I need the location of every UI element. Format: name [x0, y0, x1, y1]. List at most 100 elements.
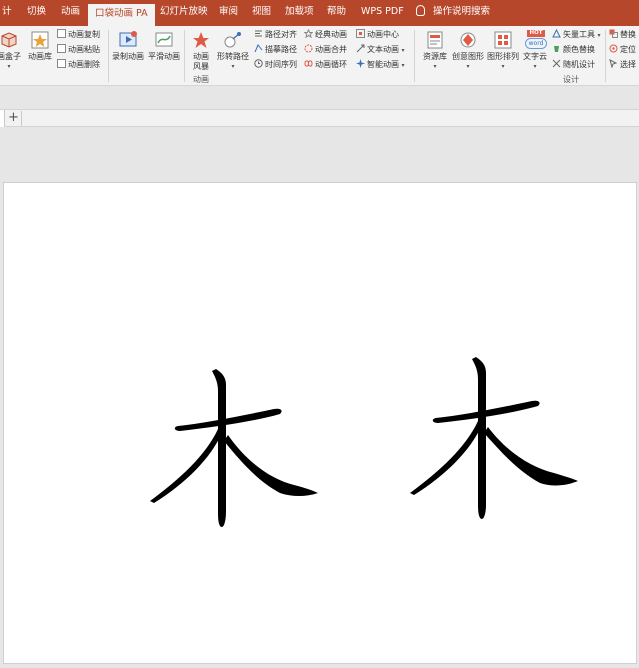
anim-box-button[interactable]: 画盒子 ▾ — [0, 30, 24, 72]
tab-view[interactable]: 视图 — [252, 5, 271, 19]
record-icon — [118, 30, 138, 50]
select-button[interactable]: 选择 — [609, 59, 636, 71]
locate-button[interactable]: 定位 — [609, 44, 636, 56]
classic-anim-button[interactable]: 经典动画 — [303, 28, 347, 41]
star-outline-icon — [303, 28, 314, 39]
character-mu-right: 木 — [410, 357, 578, 519]
trace-path-label: 描摹路径 — [265, 45, 297, 54]
slide-tab[interactable] — [0, 110, 5, 127]
anim-storm-label-1: 动画 — [193, 52, 209, 61]
tab-transitions[interactable]: 切换 — [27, 5, 46, 19]
path-align-label: 路径对齐 — [265, 30, 297, 39]
text-anim-icon — [356, 44, 365, 53]
replace-button[interactable]: 替换 — [609, 29, 636, 41]
ribbon: 画盒子 ▾ 动画库 动画复制 动画粘贴 动画删除 录制动画 平滑动画 动画 风暴 — [0, 26, 639, 86]
word-cloud-label: 文字云 — [523, 52, 547, 61]
ribbon-separator — [108, 30, 109, 82]
slide-canvas[interactable]: 木 木 — [3, 182, 637, 664]
resource-library-label: 资源库 — [423, 52, 447, 61]
target-icon — [609, 44, 618, 53]
lightbulb-icon — [416, 5, 425, 16]
group-label-design: 设计 — [563, 75, 579, 84]
anim-copy-button[interactable]: 动画复制 — [57, 29, 100, 41]
anim-library-label: 动画库 — [28, 52, 52, 61]
star-frame-icon — [30, 30, 50, 50]
center-icon — [356, 29, 365, 38]
paint-bucket-icon — [552, 44, 561, 53]
anim-copy-label: 动画复制 — [68, 30, 100, 39]
copy-icon — [57, 29, 66, 38]
storm-star-icon — [191, 30, 211, 50]
creative-shape-button[interactable]: 创意图形 ▾ — [450, 30, 486, 72]
tab-design[interactable]: 计 — [2, 5, 12, 19]
anim-merge-label: 动画合并 — [315, 45, 347, 54]
smart-anim-label: 智能动画 — [367, 60, 399, 69]
shape-arrange-label: 图形排列 — [487, 52, 519, 61]
random-design-label: 随机设计 — [563, 60, 595, 69]
path-align-button[interactable]: 路径对齐 — [254, 29, 297, 41]
shape-arrange-button[interactable]: 图形排列 ▾ — [485, 30, 521, 72]
creative-shape-icon — [458, 30, 478, 50]
record-anim-button[interactable]: 录制动画 — [111, 30, 145, 62]
text-anim-button[interactable]: 文本动画 ▾ — [356, 44, 405, 56]
smooth-anim-button[interactable]: 平滑动画 — [147, 30, 181, 62]
ribbon-separator — [184, 30, 185, 82]
select-label: 选择 — [620, 60, 636, 69]
tab-animations[interactable]: 动画 — [61, 5, 80, 19]
word-cloud-icon: HOT word — [525, 30, 547, 50]
resource-icon — [425, 30, 445, 50]
smart-anim-button[interactable]: 智能动画 ▾ — [356, 59, 405, 71]
anim-loop-button[interactable]: 动画循环 — [304, 59, 347, 71]
box-icon — [0, 30, 19, 50]
add-tab-button[interactable]: + — [6, 111, 22, 126]
tab-review[interactable]: 审阅 — [219, 5, 238, 19]
anim-storm-button[interactable]: 动画 风暴 — [188, 30, 214, 72]
group-label-animation: 动画 — [193, 75, 209, 84]
vector-tool-label: 矢量工具 — [563, 30, 595, 39]
trace-icon — [254, 44, 263, 53]
time-sequence-label: 时间序列 — [265, 60, 297, 69]
tab-pocket-animation[interactable]: 口袋动画 PA — [88, 4, 155, 26]
vector-tool-button[interactable]: 矢量工具 ▾ — [552, 28, 601, 41]
anim-storm-label-2: 风暴 — [193, 62, 209, 71]
hot-badge: HOT — [527, 30, 545, 37]
clock-icon — [254, 59, 263, 68]
tab-slideshow[interactable]: 幻灯片放映 — [160, 5, 208, 19]
text-anim-label: 文本动画 — [367, 45, 399, 54]
anim-delete-label: 动画删除 — [68, 60, 100, 69]
paste-icon — [57, 44, 66, 53]
align-icon — [254, 29, 263, 38]
tab-addins[interactable]: 加载项 — [285, 5, 314, 19]
arrange-icon — [493, 30, 513, 50]
anim-loop-label: 动画循环 — [315, 60, 347, 69]
sparkle-icon — [356, 59, 365, 68]
anim-center-button[interactable]: 动画中心 — [356, 29, 399, 41]
tell-me-search[interactable]: 操作说明搜索 — [416, 5, 490, 19]
anim-paste-button[interactable]: 动画粘贴 — [57, 44, 100, 56]
time-sequence-button[interactable]: 时间序列 — [254, 59, 297, 71]
trace-path-button[interactable]: 描摹路径 — [254, 44, 297, 56]
record-anim-label: 录制动画 — [112, 52, 144, 61]
shuffle-icon — [552, 59, 561, 68]
morph-path-button[interactable]: 形转路径 ▾ — [215, 30, 251, 72]
creative-shape-label: 创意图形 — [452, 52, 484, 61]
merge-icon — [304, 44, 313, 53]
random-design-button[interactable]: 随机设计 — [552, 59, 595, 71]
ribbon-separator — [414, 30, 415, 82]
tab-help[interactable]: 帮助 — [327, 5, 346, 19]
delete-icon — [57, 59, 66, 68]
anim-library-button[interactable]: 动画库 — [26, 30, 54, 62]
vector-icon — [552, 28, 561, 38]
ribbon-separator — [605, 30, 606, 82]
replace-icon — [609, 29, 618, 38]
anim-box-label: 画盒子 — [0, 52, 21, 61]
tab-wps-pdf[interactable]: WPS PDF — [361, 5, 404, 19]
anim-delete-button[interactable]: 动画删除 — [57, 59, 100, 71]
smooth-anim-label: 平滑动画 — [148, 52, 180, 61]
resource-library-button[interactable]: 资源库 ▾ — [419, 30, 451, 72]
slide-tab-strip: + — [0, 109, 639, 127]
word-cloud-button[interactable]: HOT word 文字云 ▾ — [520, 30, 550, 72]
anim-merge-button[interactable]: 动画合并 — [304, 44, 347, 56]
color-replace-button[interactable]: 颜色替换 — [552, 44, 595, 56]
character-mu-left: 木 — [150, 369, 318, 527]
